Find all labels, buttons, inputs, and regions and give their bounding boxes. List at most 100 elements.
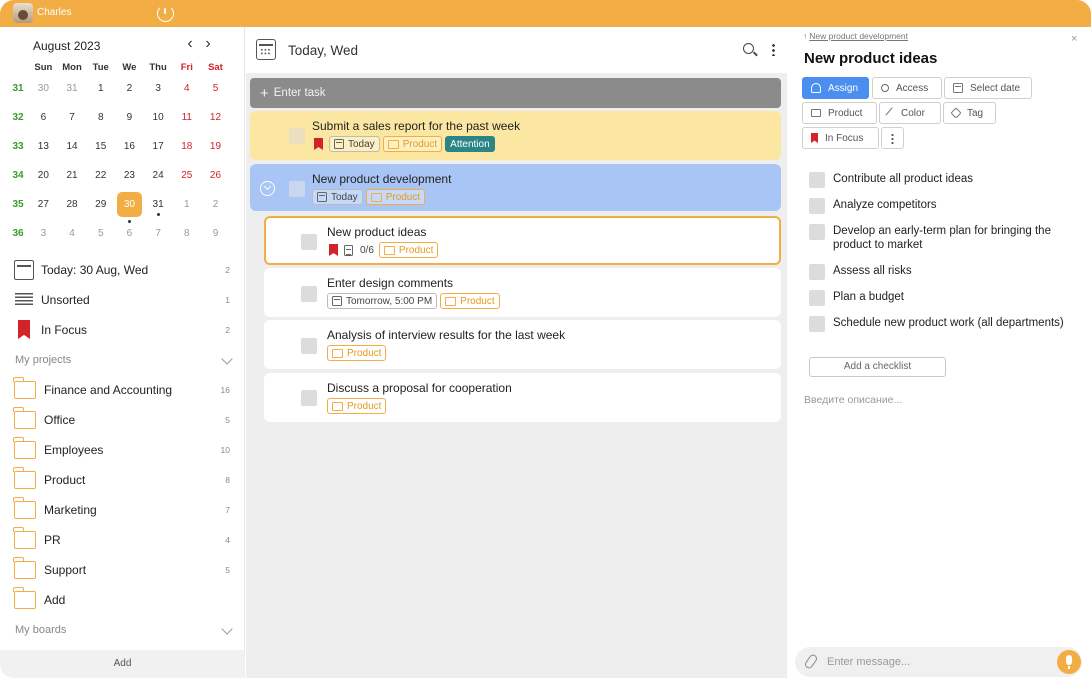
calendar-day[interactable]: 27 [29,199,58,210]
calendar-day[interactable]: 17 [144,141,173,152]
tag-button[interactable]: Tag [943,102,996,124]
project-chip[interactable]: Product [365,189,426,205]
checklist-checkbox[interactable] [809,198,825,214]
calendar-day[interactable]: 4 [172,83,201,94]
calendar-day[interactable]: 3 [29,228,58,239]
week-number[interactable]: 32 [7,112,29,123]
task-detail-title[interactable]: New product ideas [804,50,937,67]
task-checkbox[interactable] [289,128,305,144]
in-focus-button[interactable]: In Focus [802,127,879,149]
checklist-item-label[interactable]: Assess all risks [833,265,912,277]
search-icon[interactable] [743,43,754,54]
calendar-day[interactable]: 25 [172,170,201,181]
checklist-checkbox[interactable] [809,290,825,306]
calendar-day[interactable]: 24 [144,170,173,181]
calendar-day[interactable]: 5 [86,228,115,239]
checklist-item-label[interactable]: Schedule new product work (all departmen… [833,317,1064,329]
calendar-day[interactable]: 2 [115,83,144,94]
checklist-checkbox[interactable] [809,264,825,280]
calendar-day[interactable]: 4 [58,228,87,239]
calendar-day[interactable]: 8 [172,228,201,239]
color-button[interactable]: Color [879,102,941,124]
project-item[interactable]: Support 5 [0,555,245,585]
calendar-day[interactable]: 1 [172,199,201,210]
sidebar-item-unsorted[interactable]: Unsorted 1 [0,285,245,315]
week-number[interactable]: 33 [7,141,29,152]
sidebar-item-today[interactable]: Today: 30 Aug, Wed 2 [0,255,245,285]
more-options-button[interactable] [881,127,904,149]
calendar-day-selected[interactable]: 30 [115,192,144,223]
calendar-day[interactable]: 9 [201,228,230,239]
week-number[interactable]: 36 [7,228,29,239]
assign-button[interactable]: Assign [802,77,869,99]
week-number[interactable]: 35 [7,199,29,210]
week-number[interactable]: 31 [7,83,29,94]
calendar-day[interactable]: 5 [201,83,230,94]
calendar-day[interactable]: 1 [86,83,115,94]
calendar-day[interactable]: 9 [115,112,144,123]
sidebar-item-in-focus[interactable]: In Focus 2 [0,315,245,345]
chevron-down-icon[interactable] [221,353,233,365]
calendar-day[interactable]: 8 [86,112,115,123]
calendar-day[interactable]: 18 [172,141,201,152]
calendar-day[interactable]: 29 [86,199,115,210]
calendar-day[interactable]: 31 [58,83,87,94]
task-checkbox[interactable] [289,181,305,197]
project-item[interactable]: Office 5 [0,405,245,435]
paperclip-icon[interactable] [803,653,819,670]
enter-task-input[interactable]: + Enter task [250,78,781,108]
select-date-button[interactable]: Select date [944,77,1032,99]
calendar-day[interactable]: 7 [58,112,87,123]
task-item[interactable]: Submit a sales report for the past week … [250,111,781,160]
calendar-day[interactable]: 6 [115,228,144,239]
project-chip[interactable]: Product [440,293,500,309]
calendar-day[interactable]: 16 [115,141,144,152]
calendar-day[interactable]: 7 [144,228,173,239]
calendar-day[interactable]: 3 [144,83,173,94]
checklist-checkbox[interactable] [809,172,825,188]
checklist-item-label[interactable]: Contribute all product ideas [833,173,973,185]
project-item[interactable]: Employees 10 [0,435,245,465]
task-checkbox[interactable] [301,338,317,354]
calendar-day[interactable]: 21 [58,170,87,181]
product-button[interactable]: Product [802,102,877,124]
subtask-item[interactable]: Enter design comments Tomorrow, 5:00 PM … [264,268,781,317]
checklist-item-label[interactable]: Analyze competitors [833,199,937,211]
subtask-item-selected[interactable]: New product ideas 0/6 Product [264,216,781,265]
project-chip[interactable]: Product [382,136,443,152]
calendar-day[interactable]: 15 [86,141,115,152]
checklist-checkbox[interactable] [809,316,825,332]
calendar-day[interactable]: 26 [201,170,230,181]
project-chip[interactable]: Product [327,345,387,361]
access-button[interactable]: Access [872,77,942,99]
checklist-item-label[interactable]: Plan a budget [833,291,904,303]
calendar-day[interactable]: 14 [58,141,87,152]
date-chip[interactable]: Today [312,189,363,205]
checklist-item-label[interactable]: Develop an early-term plan for bringing … [833,225,1051,251]
microphone-icon[interactable] [1057,650,1081,674]
sidebar-add-button[interactable]: Add [0,650,245,678]
task-checkbox[interactable] [301,286,317,302]
calendar-day[interactable]: 10 [144,112,173,123]
description-input[interactable]: Введите описание... [804,394,902,406]
subtask-item[interactable]: Discuss a proposal for cooperation Produ… [264,373,781,422]
task-item[interactable]: New product development Today Product [250,164,781,211]
add-project-button[interactable]: Add [0,585,245,615]
calendar-day[interactable]: 6 [29,112,58,123]
chevron-down-icon[interactable] [221,623,233,635]
my-boards-header[interactable]: My boards [0,615,245,645]
task-checkbox[interactable] [301,234,317,250]
breadcrumb[interactable]: ↑ New product development [803,31,908,41]
week-number[interactable]: 34 [7,170,29,181]
task-checkbox[interactable] [301,390,317,406]
project-item[interactable]: Finance and Accounting 16 [0,375,245,405]
calendar-day[interactable]: 31 [144,199,173,216]
calendar-day[interactable]: 11 [172,112,201,123]
more-vertical-icon[interactable] [772,43,775,56]
attention-badge[interactable]: Attention [445,136,495,152]
project-item[interactable]: PR 4 [0,525,245,555]
calendar-day[interactable]: 30 [29,83,58,94]
project-item[interactable]: Product 8 [0,465,245,495]
calendar-day[interactable]: 23 [115,170,144,181]
subtask-item[interactable]: Analysis of interview results for the la… [264,320,781,369]
